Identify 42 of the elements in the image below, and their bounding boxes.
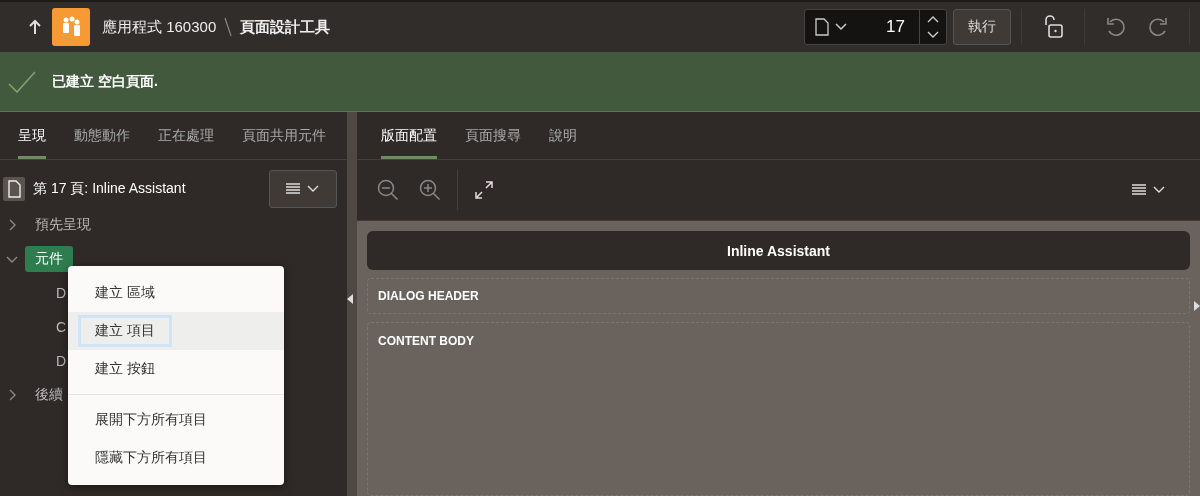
breadcrumb-separator-icon: [224, 17, 233, 37]
page-title: 頁面設計工具: [240, 17, 331, 37]
up-arrow-icon[interactable]: [28, 19, 42, 35]
menu-item[interactable]: 建立 區域: [68, 274, 284, 312]
tab[interactable]: 呈現: [18, 112, 46, 159]
redo-icon[interactable]: [1147, 16, 1169, 38]
expand-icon[interactable]: [474, 180, 494, 200]
menu-item[interactable]: 建立 項目: [68, 312, 284, 350]
tab[interactable]: 動態動作: [74, 112, 130, 159]
page-icon[interactable]: [815, 18, 829, 36]
collapse-right-icon[interactable]: [1194, 301, 1200, 311]
menu-item[interactable]: 隱藏下方所有項目: [68, 439, 284, 477]
increment-icon[interactable]: [927, 15, 939, 23]
tab[interactable]: 頁面搜尋: [465, 112, 521, 159]
tree-menu-button[interactable]: [269, 170, 337, 208]
tab[interactable]: 正在處理: [158, 112, 214, 159]
region-title-bar[interactable]: Inline Assistant: [367, 231, 1190, 270]
run-button[interactable]: 執行: [953, 9, 1011, 45]
zoom-out-icon[interactable]: [377, 179, 399, 201]
tree-node[interactable]: 預先呈現: [25, 212, 101, 238]
decrement-icon[interactable]: [927, 31, 939, 39]
tree-node[interactable]: 元件: [25, 246, 73, 272]
menu-item[interactable]: 展開下方所有項目: [68, 401, 284, 439]
unlocked-icon[interactable]: [1042, 15, 1064, 39]
menu-icon[interactable]: [286, 182, 320, 196]
splitter-handle[interactable]: [347, 112, 357, 496]
success-message: 已建立 空白頁面.: [52, 72, 158, 91]
page-tree-title: 第 17 頁: Inline Assistant: [33, 180, 186, 198]
tab[interactable]: 版面配置: [381, 112, 437, 159]
page-icon: [3, 177, 25, 201]
zoom-in-icon[interactable]: [419, 179, 441, 201]
layout-section[interactable]: CONTENT BODY: [367, 322, 1190, 496]
menu-item[interactable]: 建立 按鈕: [68, 350, 284, 388]
menu-icon[interactable]: [1132, 183, 1166, 197]
layout-section[interactable]: DIALOG HEADER: [367, 278, 1190, 314]
app-name-link[interactable]: 應用程式 160300: [102, 17, 217, 37]
page-number-field[interactable]: 17: [804, 9, 947, 45]
tab[interactable]: 說明: [549, 112, 577, 159]
chevron-down-icon[interactable]: [835, 23, 847, 31]
undo-icon[interactable]: [1105, 16, 1127, 38]
tab[interactable]: 頁面共用元件: [242, 112, 326, 159]
checkmark-icon: [8, 70, 36, 93]
